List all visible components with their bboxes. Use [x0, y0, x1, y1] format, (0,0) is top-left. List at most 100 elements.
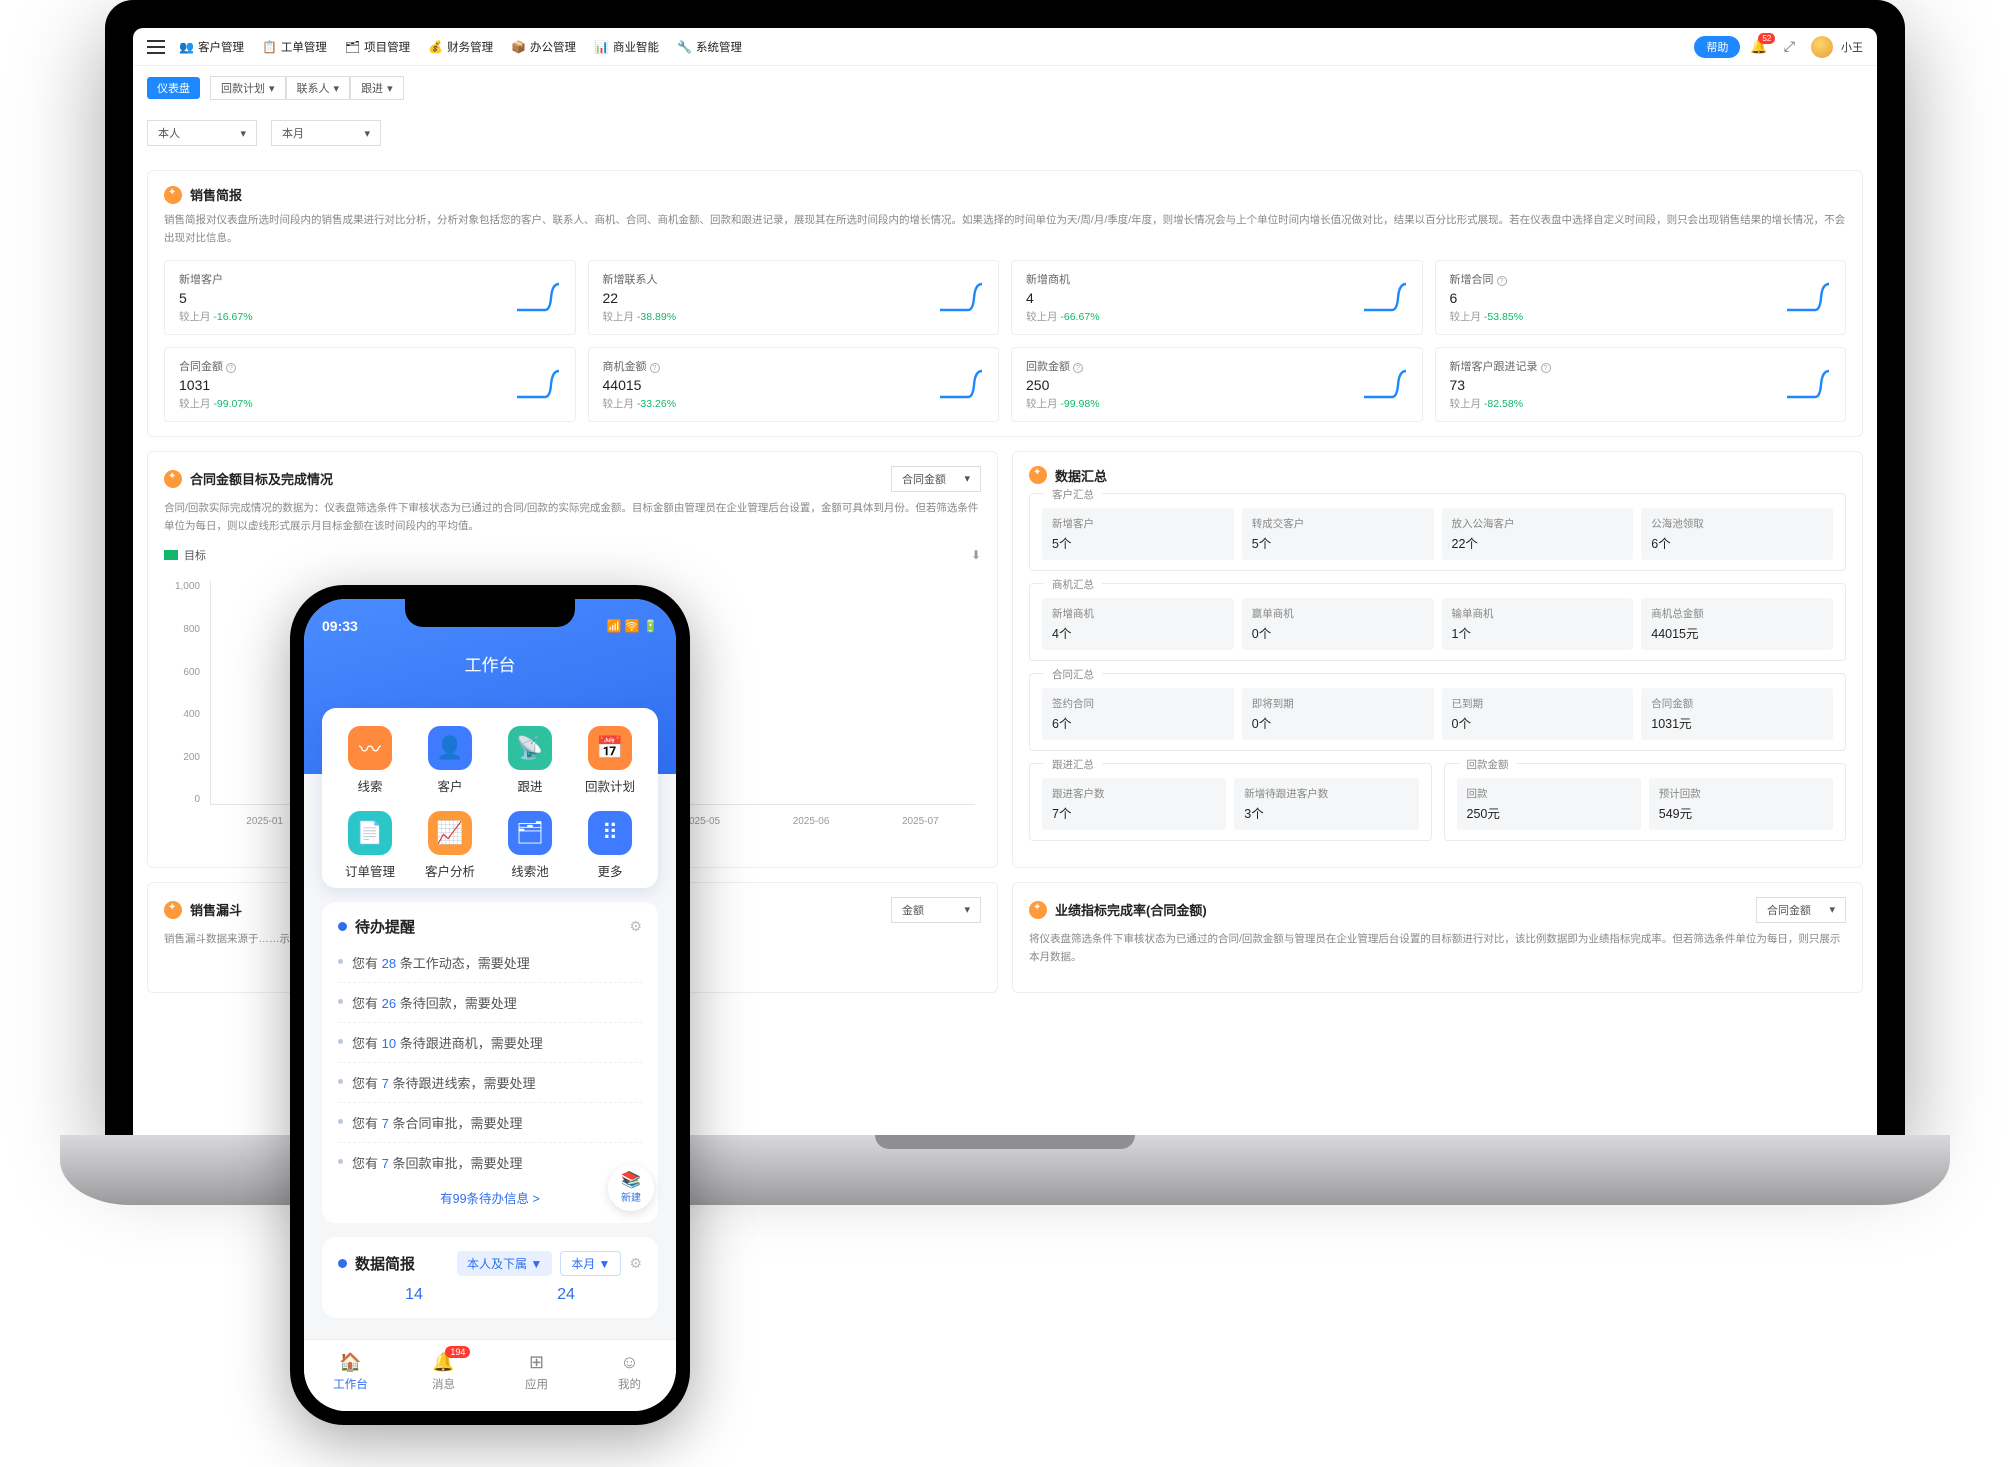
menu-icon[interactable] — [147, 40, 165, 54]
stat-card: 新增联系人22较上月 -38.89% — [588, 260, 1000, 335]
summary-group: 跟进汇总跟进客户数7个新增待跟进客户数3个 — [1029, 763, 1432, 841]
module-description: 销售简报对仪表盘所选时间段内的销售成果进行对比分析，分析对象包括您的客户、联系人… — [164, 212, 1846, 248]
top-bar: 👥客户管理 📋工单管理 🗂项目管理 💰财务管理 📦办公管理 📊商业智能 🔧系统管理 帮助 🔔… — [133, 28, 1877, 66]
todo-card: 待办提醒 ⚙ 您有 28 条工作动态，需要处理您有 26 条待回款，需要处理您有… — [322, 902, 658, 1223]
quick-订单管理[interactable]: 📄订单管理 — [332, 811, 408, 880]
perf-metric-select[interactable]: 合同金额▾ — [1756, 897, 1846, 923]
view-tabs: 仪表盘 回款计划 ▾联系人 ▾跟进 ▾ — [133, 66, 1877, 110]
nav-财务管理[interactable]: 💰财务管理 — [428, 39, 493, 55]
quick-actions-card: 〰线索👤客户📡跟进📅回款计划 📄订单管理📈客户分析🗂线索池⠿更多 — [322, 708, 658, 888]
nav-系统管理[interactable]: 🔧系统管理 — [677, 39, 742, 55]
todo-item[interactable]: 您有 26 条待回款，需要处理 — [338, 982, 642, 1022]
filter-回款计划[interactable]: 回款计划 ▾ — [210, 76, 286, 100]
module-description: 合同/回款实际完成情况的数据为：仪表盘筛选条件下审核状态为已通过的合同/回款的实… — [164, 500, 981, 536]
summary-cell: 输单商机1个 — [1442, 598, 1634, 650]
download-icon[interactable]: ⬇ — [971, 548, 981, 562]
summary-cell: 已到期0个 — [1442, 688, 1634, 740]
more-todos-link[interactable]: 有99条待办信息 > — [338, 1182, 642, 1209]
bottom-tabbar: 🏠工作台194🔔消息⊞应用☺我的 — [304, 1339, 676, 1411]
target-metric-select[interactable]: 合同金额▾ — [891, 466, 981, 492]
new-fab[interactable]: 📚新建 — [608, 1165, 654, 1211]
stat-card: 新增合同?6较上月 -53.85% — [1435, 260, 1847, 335]
stat-card: 商机金额?44015较上月 -33.26% — [588, 347, 1000, 422]
summary-group: 商机汇总新增商机4个赢单商机0个输单商机1个商机总金额44015元 — [1029, 583, 1846, 661]
nav-商业智能[interactable]: 📊商业智能 — [594, 39, 659, 55]
tab-我的[interactable]: ☺我的 — [583, 1340, 676, 1403]
summary-cell: 新增待跟进客户数3个 — [1234, 778, 1418, 830]
quick-客户[interactable]: 👤客户 — [412, 726, 488, 795]
gear-icon[interactable]: ⚙ — [629, 918, 642, 935]
summary-cell: 跟进客户数7个 — [1042, 778, 1226, 830]
filter-跟进[interactable]: 跟进 ▾ — [350, 76, 404, 100]
card-title: 数据简报 — [355, 1253, 449, 1274]
performance-module: 业绩指标完成率(合同金额) 合同金额▾ 将仪表盘筛选条件下审核状态为已通过的合同… — [1012, 882, 1863, 994]
summary-cell: 新增商机4个 — [1042, 598, 1234, 650]
data-summary-module: 数据汇总 客户汇总新增客户5个转成交客户5个放入公海客户22个公海池领取6个商机… — [1012, 451, 1863, 868]
module-description: 将仪表盘筛选条件下审核状态为已通过的合同/回款金额与管理员在企业管理后台设置的目… — [1029, 931, 1846, 967]
summary-cell: 签约合同6个 — [1042, 688, 1234, 740]
summary-group: 客户汇总新增客户5个转成交客户5个放入公海客户22个公海池领取6个 — [1029, 493, 1846, 571]
fullscreen-icon[interactable]: ⤢ — [1784, 38, 1795, 55]
quick-更多[interactable]: ⠿更多 — [572, 811, 648, 880]
summary-cell: 合同金额1031元 — [1641, 688, 1833, 740]
mobile-app: 09:33 📶 🛜 🔋 工作台 〰线索👤客户📡跟进📅回款计划📄订单管理📈客户分析… — [304, 599, 676, 1411]
top-nav: 👥客户管理 📋工单管理 🗂项目管理 💰财务管理 📦办公管理 📊商业智能 🔧系统管理 — [179, 39, 742, 55]
notification-bell-icon[interactable]: 🔔 52 — [1750, 38, 1767, 55]
nav-办公管理[interactable]: 📦办公管理 — [511, 39, 576, 55]
tab-工作台[interactable]: 🏠工作台 — [304, 1340, 397, 1403]
quick-线索[interactable]: 〰线索 — [332, 726, 408, 795]
nav-工单管理[interactable]: 📋工单管理 — [262, 39, 327, 55]
nav-项目管理[interactable]: 🗂项目管理 — [345, 39, 410, 55]
card-title: 待办提醒 — [355, 916, 621, 937]
sales-brief-module: 销售简报 销售简报对仪表盘所选时间段内的销售成果进行对比分析，分析对象包括您的客… — [147, 170, 1863, 437]
brief-owner-select[interactable]: 本人及下属 ▼ — [457, 1251, 552, 1276]
quick-跟进[interactable]: 📡跟进 — [492, 726, 568, 795]
module-title: 合同金额目标及完成情况 — [190, 469, 333, 488]
quick-客户分析[interactable]: 📈客户分析 — [412, 811, 488, 880]
todo-item[interactable]: 您有 10 条待跟进商机，需要处理 — [338, 1022, 642, 1062]
nav-客户管理[interactable]: 👥客户管理 — [179, 39, 244, 55]
period-select[interactable]: 本月▾ — [271, 120, 381, 146]
avatar[interactable] — [1811, 36, 1833, 58]
chart-legend: 目标 — [184, 547, 206, 563]
brief-period-select[interactable]: 本月 ▼ — [560, 1251, 621, 1276]
tab-应用[interactable]: ⊞应用 — [490, 1340, 583, 1403]
stat-card: 新增商机4较上月 -66.67% — [1011, 260, 1423, 335]
summary-group: 回款金额回款250元预计回款549元 — [1444, 763, 1847, 841]
summary-cell: 放入公海客户22个 — [1442, 508, 1634, 560]
filter-联系人[interactable]: 联系人 ▾ — [286, 76, 351, 100]
tab-dashboard[interactable]: 仪表盘 — [147, 77, 200, 99]
summary-cell: 商机总金额44015元 — [1641, 598, 1833, 650]
gear-icon[interactable]: ⚙ — [629, 1255, 642, 1272]
summary-group: 合同汇总签约合同6个即将到期0个已到期0个合同金额1031元 — [1029, 673, 1846, 751]
page-title: 工作台 — [322, 639, 658, 694]
summary-cell: 赢单商机0个 — [1242, 598, 1434, 650]
summary-cell: 预计回款549元 — [1649, 778, 1833, 830]
phone-frame: 09:33 📶 🛜 🔋 工作台 〰线索👤客户📡跟进📅回款计划📄订单管理📈客户分析… — [290, 585, 690, 1425]
todo-item[interactable]: 您有 28 条工作动态，需要处理 — [338, 943, 642, 982]
brief-number: 24 — [557, 1286, 575, 1304]
todo-item[interactable]: 您有 7 条合同审批，需要处理 — [338, 1102, 642, 1142]
username[interactable]: 小王 — [1841, 39, 1863, 55]
owner-select[interactable]: 本人▾ — [147, 120, 257, 146]
stat-card: 新增客户跟进记录?73较上月 -82.58% — [1435, 347, 1847, 422]
data-brief-card: 数据简报 本人及下属 ▼ 本月 ▼ ⚙ 14 24 — [322, 1237, 658, 1318]
quick-回款计划[interactable]: 📅回款计划 — [572, 726, 648, 795]
summary-cell: 公海池领取6个 — [1641, 508, 1833, 560]
help-button[interactable]: 帮助 — [1694, 36, 1740, 58]
summary-cell: 转成交客户5个 — [1242, 508, 1434, 560]
stat-card: 回款金额?250较上月 -99.98% — [1011, 347, 1423, 422]
todo-item[interactable]: 您有 7 条待跟进线索，需要处理 — [338, 1062, 642, 1102]
stat-card: 新增客户5较上月 -16.67% — [164, 260, 576, 335]
module-title: 业绩指标完成率(合同金额) — [1055, 900, 1207, 919]
stat-card: 合同金额?1031较上月 -99.07% — [164, 347, 576, 422]
module-title: 销售简报 — [190, 185, 242, 204]
todo-item[interactable]: 您有 7 条回款审批，需要处理 — [338, 1142, 642, 1182]
quick-线索池[interactable]: 🗂线索池 — [492, 811, 568, 880]
tab-消息[interactable]: 194🔔消息 — [397, 1340, 490, 1403]
module-title: 数据汇总 — [1055, 466, 1107, 485]
brief-number: 14 — [405, 1286, 423, 1304]
summary-cell: 即将到期0个 — [1242, 688, 1434, 740]
notification-badge: 52 — [1758, 33, 1775, 44]
summary-cell: 新增客户5个 — [1042, 508, 1234, 560]
